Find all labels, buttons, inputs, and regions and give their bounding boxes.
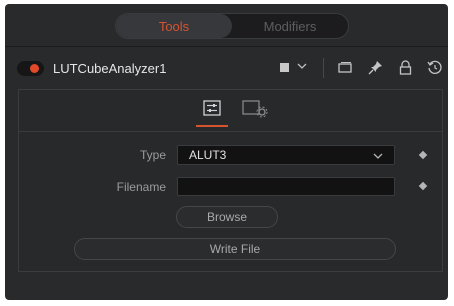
chevron-down-icon[interactable]: [297, 62, 307, 70]
filename-field[interactable]: [177, 177, 395, 196]
tab-modifiers[interactable]: Modifiers: [232, 14, 348, 38]
view-icon[interactable]: [337, 59, 354, 76]
chevron-down-icon: [373, 153, 383, 159]
reset-icon[interactable]: [426, 59, 443, 76]
lock-icon[interactable]: [397, 59, 414, 76]
color-square-icon[interactable]: [280, 63, 289, 72]
active-tab-indicator: [196, 125, 228, 127]
tab-tools[interactable]: Tools: [116, 14, 232, 38]
toggle-indicator: [30, 64, 39, 73]
filename-label: Filename: [116, 180, 166, 194]
divider: [5, 46, 448, 47]
browse-button[interactable]: Browse: [176, 206, 278, 228]
type-label: Type: [139, 148, 166, 162]
write-file-button[interactable]: Write File: [74, 238, 396, 260]
pin-icon[interactable]: [367, 59, 384, 76]
type-value: ALUT3: [189, 148, 227, 162]
divider: [19, 131, 442, 132]
tool-enable-toggle[interactable]: [17, 61, 44, 76]
type-select[interactable]: ALUT3: [177, 145, 395, 165]
settings-icon[interactable]: [242, 100, 268, 118]
sliders-icon[interactable]: [203, 100, 221, 116]
tool-name[interactable]: LUTCubeAnalyzer1: [53, 61, 166, 76]
tools-modifiers-switcher: Tools Modifiers: [115, 13, 349, 39]
header-separator: [323, 58, 324, 78]
